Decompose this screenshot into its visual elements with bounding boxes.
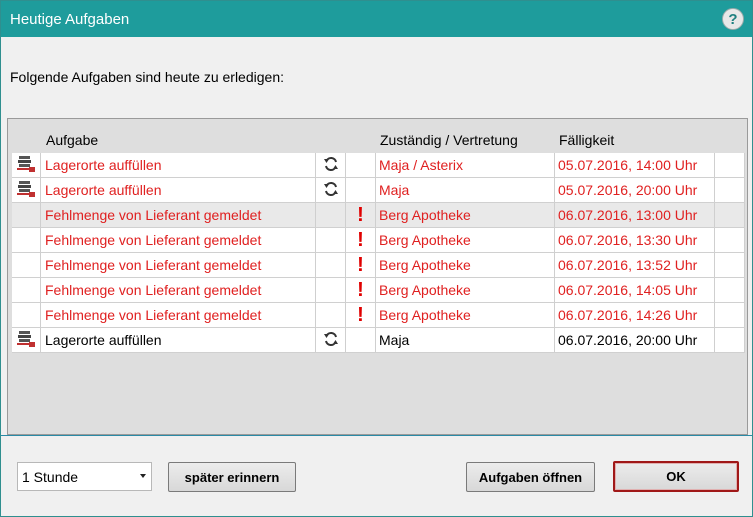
task-name: Fehlmenge von Lieferant gemeldet: [41, 278, 316, 302]
task-type-cell: [12, 178, 41, 202]
task-responsible: Maja / Asterix: [376, 153, 555, 177]
priority-cell: !: [346, 228, 376, 252]
priority-cell: [346, 178, 376, 202]
recurring-cell: [316, 328, 346, 352]
remind-later-button[interactable]: später erinnern: [168, 462, 296, 492]
priority-cell: !: [346, 303, 376, 327]
today-tasks-dialog: Heutige Aufgaben ? Folgende Aufgaben sin…: [0, 0, 753, 517]
dialog-subtitle: Folgende Aufgaben sind heute zu erledige…: [10, 69, 284, 85]
task-due: 06.07.2016, 13:52 Uhr: [555, 253, 715, 277]
extra-cell: [715, 328, 745, 352]
task-type-cell: [12, 203, 41, 227]
table-row[interactable]: Fehlmenge von Lieferant gemeldet! Berg Ap…: [12, 228, 745, 253]
task-responsible: Maja: [376, 178, 555, 202]
table-row[interactable]: Lagerorte auffüllen Maja 06.07.2016, 20:00…: [12, 328, 745, 353]
storage-icon: [16, 155, 36, 176]
refresh-icon: [323, 331, 339, 350]
priority-cell: [346, 328, 376, 352]
footer-divider: [1, 435, 752, 436]
table-row[interactable]: Fehlmenge von Lieferant gemeldet! Berg Ap…: [12, 253, 745, 278]
task-type-cell: [12, 303, 41, 327]
task-due: 05.07.2016, 20:00 Uhr: [555, 178, 715, 202]
dialog-titlebar: Heutige Aufgaben ?: [1, 1, 752, 37]
priority-cell: !: [346, 253, 376, 277]
table-row[interactable]: Fehlmenge von Lieferant gemeldet! Berg Ap…: [12, 203, 745, 228]
remind-interval-select[interactable]: 1 Stunde: [17, 462, 152, 491]
task-name: Lagerorte auffüllen: [41, 153, 316, 177]
task-responsible: Berg Apotheke: [376, 253, 555, 277]
help-icon: ?: [728, 10, 738, 28]
exclamation-icon: !: [357, 254, 364, 276]
refresh-icon: [323, 156, 339, 175]
recurring-cell: [316, 203, 346, 227]
extra-cell: [715, 278, 745, 302]
refresh-icon: [323, 181, 339, 200]
header-due[interactable]: Fälligkeit: [559, 132, 614, 148]
header-responsible[interactable]: Zuständig / Vertretung: [380, 132, 518, 148]
task-responsible: Berg Apotheke: [376, 228, 555, 252]
task-due: 06.07.2016, 13:30 Uhr: [555, 228, 715, 252]
storage-icon: [16, 330, 36, 351]
task-responsible: Berg Apotheke: [376, 203, 555, 227]
recurring-cell: [316, 278, 346, 302]
priority-cell: [346, 153, 376, 177]
priority-cell: !: [346, 278, 376, 302]
recurring-cell: [316, 253, 346, 277]
extra-cell: [715, 153, 745, 177]
task-due: 05.07.2016, 14:00 Uhr: [555, 153, 715, 177]
table-row[interactable]: Lagerorte auffüllen Maja 05.07.2016, 20:00…: [12, 178, 745, 203]
task-name: Lagerorte auffüllen: [41, 178, 316, 202]
task-type-cell: [12, 253, 41, 277]
remind-interval-value: 1 Stunde: [22, 468, 79, 485]
exclamation-icon: !: [357, 304, 364, 326]
task-responsible: Berg Apotheke: [376, 278, 555, 302]
table-row[interactable]: Fehlmenge von Lieferant gemeldet! Berg Ap…: [12, 278, 745, 303]
extra-cell: [715, 253, 745, 277]
extra-cell: [715, 203, 745, 227]
task-table: Aufgabe Zuständig / Vertretung Fälligkei…: [7, 118, 748, 435]
task-type-cell: [12, 153, 41, 177]
recurring-cell: [316, 303, 346, 327]
table-header: Aufgabe Zuständig / Vertretung Fälligkei…: [8, 119, 747, 153]
recurring-cell: [316, 178, 346, 202]
table-row[interactable]: Fehlmenge von Lieferant gemeldet! Berg Ap…: [12, 303, 745, 328]
task-responsible: Berg Apotheke: [376, 303, 555, 327]
task-rows: Lagerorte auffüllen Maja / Asterix 05.07.2…: [12, 153, 745, 353]
exclamation-icon: !: [357, 279, 364, 301]
extra-cell: [715, 178, 745, 202]
extra-cell: [715, 228, 745, 252]
task-name: Fehlmenge von Lieferant gemeldet: [41, 253, 316, 277]
task-name: Fehlmenge von Lieferant gemeldet: [41, 203, 316, 227]
task-due: 06.07.2016, 13:00 Uhr: [555, 203, 715, 227]
task-type-cell: [12, 278, 41, 302]
task-due: 06.07.2016, 14:05 Uhr: [555, 278, 715, 302]
storage-icon: [16, 180, 36, 201]
task-due: 06.07.2016, 14:26 Uhr: [555, 303, 715, 327]
task-responsible: Maja: [376, 328, 555, 352]
help-button[interactable]: ?: [722, 8, 744, 30]
extra-cell: [715, 303, 745, 327]
task-name: Lagerorte auffüllen: [41, 328, 316, 352]
table-row[interactable]: Lagerorte auffüllen Maja / Asterix 05.07.2…: [12, 153, 745, 178]
priority-cell: !: [346, 203, 376, 227]
exclamation-icon: !: [357, 229, 364, 251]
task-type-cell: [12, 228, 41, 252]
task-due: 06.07.2016, 20:00 Uhr: [555, 328, 715, 352]
task-type-cell: [12, 328, 41, 352]
exclamation-icon: !: [357, 204, 364, 226]
dialog-title: Heutige Aufgaben: [10, 10, 130, 28]
task-name: Fehlmenge von Lieferant gemeldet: [41, 303, 316, 327]
header-task[interactable]: Aufgabe: [46, 132, 98, 148]
recurring-cell: [316, 228, 346, 252]
recurring-cell: [316, 153, 346, 177]
task-name: Fehlmenge von Lieferant gemeldet: [41, 228, 316, 252]
chevron-down-icon: [140, 474, 146, 478]
open-tasks-button[interactable]: Aufgaben öffnen: [466, 462, 595, 492]
ok-button[interactable]: OK: [613, 461, 739, 492]
